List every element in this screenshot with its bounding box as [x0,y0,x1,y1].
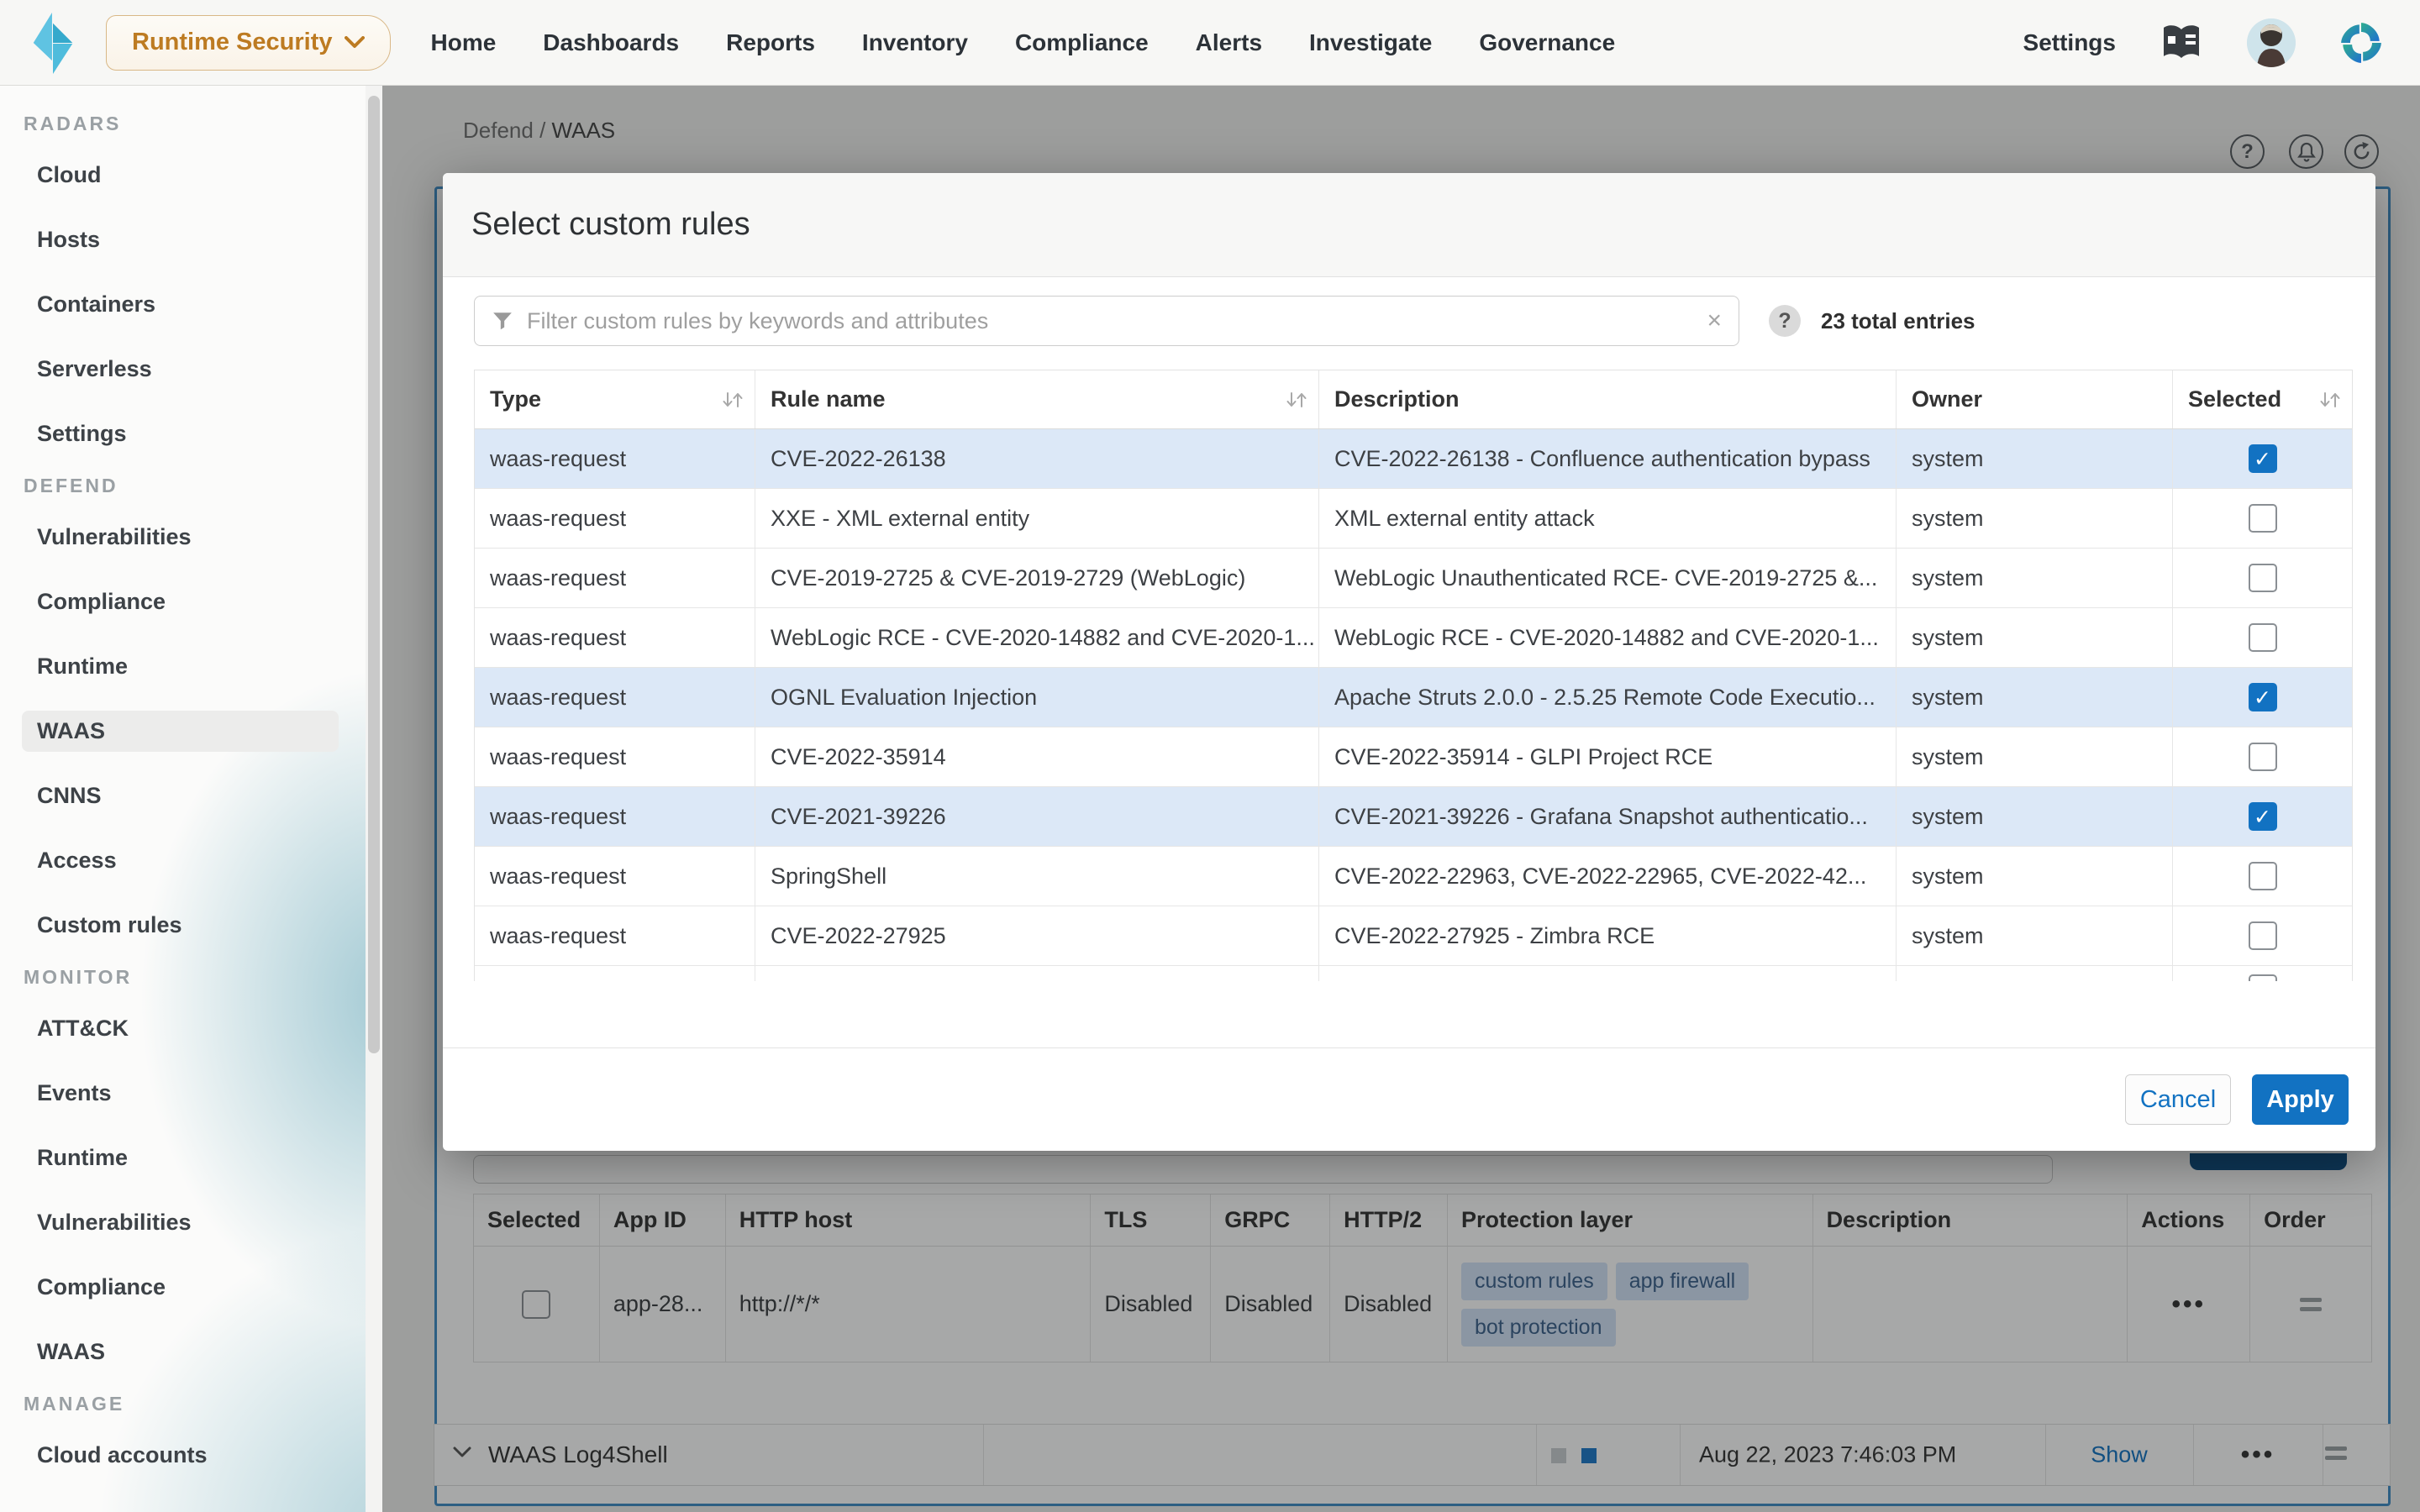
product-label: Runtime Security [132,29,333,56]
sidebar: RADARS Cloud Hosts Containers Serverless… [0,86,382,1512]
user-avatar[interactable] [2247,18,2296,67]
rule-row[interactable]: waas-request CVE-2022-27925 CVE-2022-279… [475,906,2352,966]
top-navbar: Runtime Security Home Dashboards Reports… [0,0,2420,86]
sidebar-item-compliance-monitor[interactable]: Compliance [0,1255,382,1320]
rule-row[interactable]: waas-request CVE-2022-35914 CVE-2022-359… [475,727,2352,787]
nav-item-settings[interactable]: Settings [2023,29,2116,56]
rule-checkbox[interactable] [2249,974,2277,981]
rule-checkbox[interactable] [2249,802,2277,831]
rule-row[interactable]: waas-request XXE - XML external entity X… [475,489,2352,549]
nav-item-alerts[interactable]: Alerts [1196,29,1262,56]
header-rule-name[interactable]: Rule name [755,370,1319,428]
sidebar-item-containers[interactable]: Containers [0,272,382,337]
rule-row[interactable]: waas-request CVE-2022-26138 CVE-2022-261… [475,429,2352,489]
sidebar-section-manage: MANAGE [0,1384,382,1423]
filter-help-icon[interactable]: ? [1769,305,1801,337]
sidebar-item-attack[interactable]: ATT&CK [0,996,382,1061]
sidebar-item-custom-rules[interactable]: Custom rules [0,893,382,958]
header-owner[interactable]: Owner [1897,370,2173,428]
rule-row[interactable]: waas-request WebLogic RCE - CVE-2020-148… [475,608,2352,668]
sort-icon[interactable] [1285,390,1308,410]
sort-icon[interactable] [721,390,744,410]
total-entries-label: 23 total entries [1821,296,1975,346]
sidebar-item-runtime[interactable]: Runtime [0,634,382,699]
sidebar-scrollbar-track[interactable] [366,86,382,1512]
rule-checkbox[interactable] [2249,921,2277,950]
rules-filter-field[interactable]: × [474,296,1739,346]
nav-item-inventory[interactable]: Inventory [862,29,968,56]
sidebar-item-runtime-monitor[interactable]: Runtime [0,1126,382,1190]
header-description[interactable]: Description [1319,370,1897,428]
nav-item-home[interactable]: Home [431,29,497,56]
rule-row[interactable]: waas-request CVE-2019-2725 & CVE-2019-27… [475,549,2352,608]
custom-rules-table: Type Rule name Description Owner Selecte [474,370,2353,981]
nav-item-dashboards[interactable]: Dashboards [543,29,679,56]
modal-header: Select custom rules [443,173,2375,277]
rule-checkbox[interactable] [2249,623,2277,652]
sidebar-item-vulnerabilities[interactable]: Vulnerabilities [0,505,382,570]
modal-footer: Cancel Apply [443,1047,2375,1151]
rule-checkbox[interactable] [2249,683,2277,711]
sidebar-section-monitor: MONITOR [0,958,382,996]
prisma-logo-icon [32,12,74,74]
rule-row[interactable]: waas-request CVE-2021-39226 CVE-2021-392… [475,787,2352,847]
runtime-security-app: Runtime Security Home Dashboards Reports… [0,0,2420,1512]
rule-checkbox[interactable] [2249,444,2277,473]
rule-row[interactable]: waas-request SpringShell CVE-2022-22963,… [475,847,2352,906]
nav-item-investigate[interactable]: Investigate [1309,29,1432,56]
sidebar-scrollbar-thumb[interactable] [368,96,380,1053]
sidebar-section-defend: DEFEND [0,466,382,505]
prisma-cloud-sparkle-icon[interactable] [2339,21,2383,65]
sidebar-item-compliance[interactable]: Compliance [0,570,382,634]
docs-book-icon[interactable] [2160,21,2203,65]
nav-menu: Home Dashboards Reports Inventory Compli… [431,29,1616,56]
apply-button[interactable]: Apply [2252,1074,2349,1125]
sidebar-item-cloud-accounts[interactable]: Cloud accounts [0,1423,382,1488]
sidebar-item-access[interactable]: Access [0,828,382,893]
sidebar-item-events[interactable]: Events [0,1061,382,1126]
nav-item-reports[interactable]: Reports [726,29,815,56]
nav-item-compliance[interactable]: Compliance [1015,29,1149,56]
rule-row[interactable]: waas-request OGNL Evaluation Injection A… [475,668,2352,727]
sidebar-item-vulnerabilities-monitor[interactable]: Vulnerabilities [0,1190,382,1255]
sidebar-item-serverless[interactable]: Serverless [0,337,382,402]
nav-item-governance[interactable]: Governance [1479,29,1615,56]
rule-checkbox[interactable] [2249,862,2277,890]
rule-checkbox[interactable] [2249,504,2277,533]
select-custom-rules-modal: Select custom rules × ? 23 total entries… [443,173,2375,1151]
rules-table-header: Type Rule name Description Owner Selecte [475,370,2352,429]
sidebar-item-cnns[interactable]: CNNS [0,764,382,828]
rules-filter-input[interactable] [527,308,1693,334]
sidebar-item-hosts[interactable]: Hosts [0,207,382,272]
clear-filter-icon[interactable]: × [1707,308,1722,333]
rule-checkbox[interactable] [2249,564,2277,592]
header-selected[interactable]: Selected [2173,370,2352,428]
sidebar-item-waas-active[interactable]: WAAS [0,699,382,764]
main-content: Defend / WAAS ? Selected [382,86,2420,1512]
sidebar-section-radars: RADARS [0,104,382,143]
rule-checkbox[interactable] [2249,743,2277,771]
sort-icon[interactable] [2318,390,2342,410]
sidebar-item-waas-monitor[interactable]: WAAS [0,1320,382,1384]
sidebar-item-settings[interactable]: Settings [0,402,382,466]
filter-funnel-icon [492,310,513,332]
product-switcher[interactable]: Runtime Security [106,15,391,71]
modal-title: Select custom rules [471,207,750,243]
sidebar-item-cloud[interactable]: Cloud [0,143,382,207]
chevron-down-icon [345,36,365,49]
rule-row-partial [475,966,2352,981]
header-type[interactable]: Type [475,370,755,428]
nav-right-cluster: Settings [2023,18,2383,67]
cancel-button[interactable]: Cancel [2125,1074,2231,1125]
